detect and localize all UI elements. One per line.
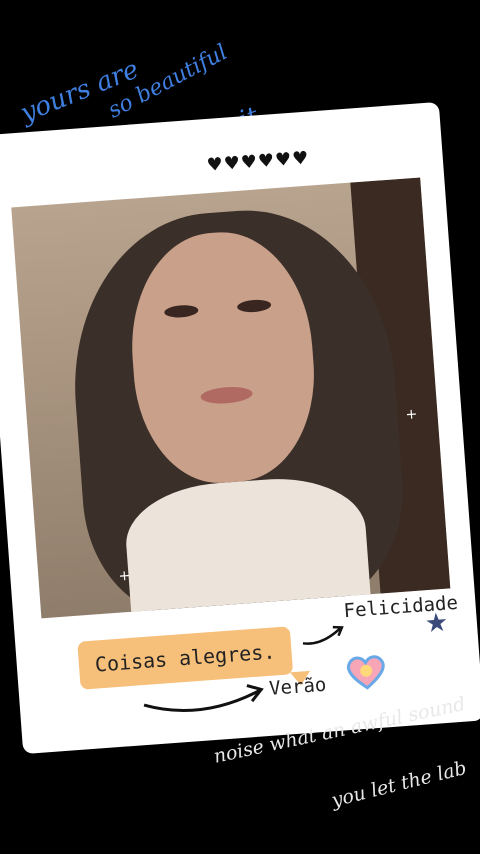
- handwriting-bottom-2: you let the lab: [329, 756, 469, 812]
- sparkle-icon: +: [117, 567, 131, 585]
- arrow-icon: [302, 625, 344, 645]
- sparkle-icon: +: [404, 406, 418, 424]
- label-verao: Verão: [268, 673, 328, 700]
- polaroid-frame: ♥♥♥♥♥♥ + + Coisas alegres. Felicidade Ve…: [0, 101, 480, 755]
- hearts-row: ♥♥♥♥♥♥: [205, 147, 311, 177]
- portrait-photo: + +: [11, 177, 451, 619]
- star-icon: ★: [423, 607, 450, 640]
- heart-icon: [346, 655, 385, 690]
- arrow-icon: [143, 684, 264, 713]
- caption-text: Coisas alegres.: [94, 639, 276, 677]
